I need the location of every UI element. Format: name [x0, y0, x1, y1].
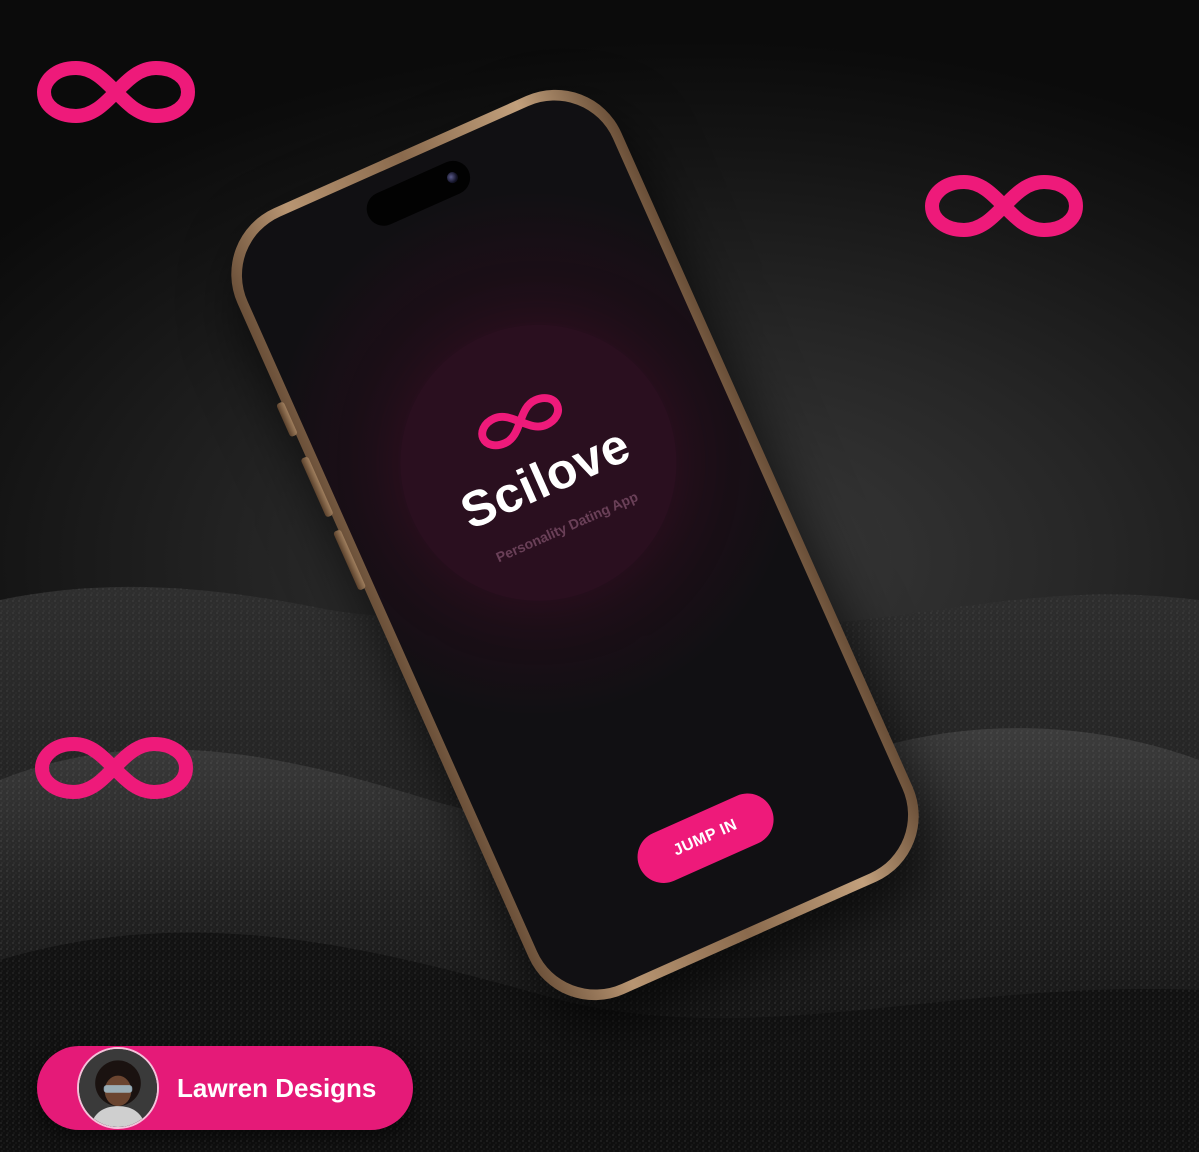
- designer-credit-badge: Lawren Designs: [37, 1046, 413, 1130]
- infinity-icon: [924, 174, 1084, 238]
- camera-icon: [445, 170, 460, 185]
- promo-canvas: Scilove Personality Dating App JUMP IN L…: [0, 0, 1199, 1152]
- infinity-icon: [34, 736, 194, 800]
- avatar-photo: [79, 1049, 157, 1127]
- infinity-icon: [36, 60, 196, 124]
- jump-in-button[interactable]: JUMP IN: [629, 785, 782, 892]
- designer-name: Lawren Designs: [177, 1072, 377, 1103]
- avatar: [77, 1047, 159, 1129]
